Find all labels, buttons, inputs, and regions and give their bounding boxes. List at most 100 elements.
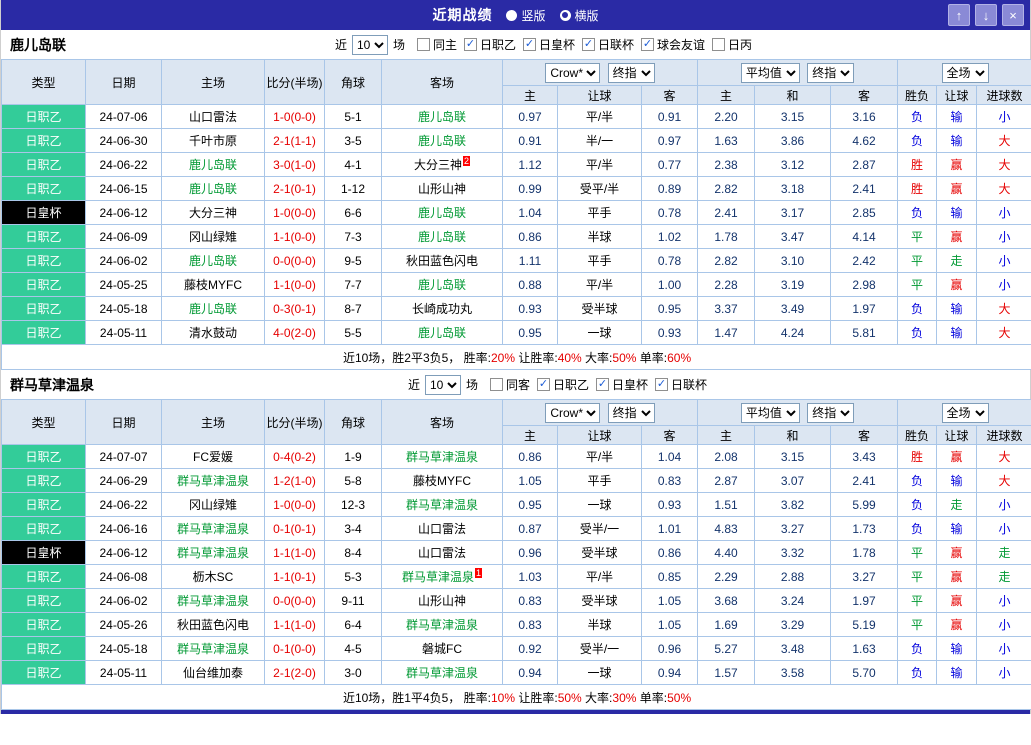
home-team-cell: 群马草津温泉 [161, 516, 265, 541]
recent-results-panel: 近期战绩 竖版 横版 ↑ ↓ × 鹿儿岛联 近 10 场 同主 ✓ 日职乙 ✓ … [0, 0, 1031, 714]
sub-home: 主 [502, 425, 558, 445]
bookmaker-select[interactable]: Crow* [545, 62, 601, 83]
score-cell: 0-0(0-0) [264, 588, 325, 613]
layout-option-vertical[interactable]: 竖版 [506, 7, 546, 24]
filter-checkbox[interactable]: 同客 [489, 376, 530, 393]
league-cell: 日职乙 [1, 128, 86, 153]
goals-result-cell: 小 [976, 224, 1031, 249]
asian-away-odds-cell: 0.77 [640, 152, 699, 177]
score-cell: 1-0(0-0) [264, 200, 325, 225]
avg-away-odds-cell: 2.41 [830, 176, 899, 201]
summary-stat-label: 大率: [581, 350, 613, 365]
average-select[interactable]: 平均值 [740, 62, 800, 83]
scope-select[interactable]: 全场 [941, 402, 989, 423]
checkbox-checked-icon: ✓ [463, 38, 477, 51]
date-cell: 24-06-16 [85, 516, 162, 541]
scope-select[interactable]: 全场 [941, 62, 989, 83]
filter-checkbox[interactable]: 日丙 [712, 36, 752, 53]
filter-checkbox-label: 同主 [432, 38, 457, 52]
team-name: 鹿儿岛联 [188, 302, 237, 316]
corner-cell: 4-1 [324, 152, 382, 177]
filter-checkbox[interactable]: ✓ 日联杯 [655, 376, 707, 393]
score-cell: 1-0(0-0) [264, 104, 325, 129]
avg-draw-odds-cell: 3.15 [754, 104, 832, 129]
filter-checkbox[interactable]: ✓ 日联杯 [582, 36, 634, 53]
avg-draw-odds-cell: 3.12 [754, 152, 832, 177]
sub-let: 让球 [936, 85, 978, 105]
asian-home-odds-cell: 0.83 [502, 612, 558, 637]
away-team-cell: 山形山神 [381, 588, 503, 613]
score-cell: 0-4(0-2) [264, 444, 325, 469]
scroll-up-icon[interactable]: ↑ [948, 4, 970, 26]
filter-checkbox[interactable]: ✓ 日皇杯 [596, 376, 648, 393]
europe-odds-controls: 平均值 终指 [697, 399, 899, 426]
league-cell: 日皇杯 [1, 200, 86, 225]
team-name: 长崎成功丸 [411, 302, 472, 316]
bookmaker-select[interactable]: Crow* [545, 402, 601, 423]
league-cell: 日职乙 [1, 660, 86, 685]
team-name: 群马草津温泉 [405, 666, 478, 680]
handicap-result-cell: 输 [936, 516, 978, 541]
handicap-cell: 受半球 [557, 540, 642, 565]
filter-checkbox[interactable]: ✓ 日皇杯 [523, 36, 575, 53]
avg-away-odds-cell: 3.43 [830, 444, 899, 469]
away-team-cell: 大分三神 2 [381, 152, 503, 177]
europe-stage-select[interactable]: 终指 [807, 402, 855, 423]
handicap-cell: 平手 [557, 200, 642, 225]
sub-let: 让球 [936, 425, 978, 445]
scroll-down-icon[interactable]: ↓ [975, 4, 997, 26]
avg-home-odds-cell: 3.68 [697, 588, 756, 613]
date-cell: 24-07-06 [85, 104, 162, 129]
avg-away-odds-cell: 2.85 [830, 200, 899, 225]
filter-checkbox[interactable]: ✓ 日职乙 [463, 36, 516, 53]
avg-away-odds-cell: 5.81 [830, 320, 899, 345]
asian-away-odds-cell: 0.94 [640, 660, 699, 685]
handicap-cell: 平/半 [557, 444, 642, 469]
date-cell: 24-05-18 [85, 636, 162, 661]
filter-checkbox[interactable]: ✓ 日职乙 [537, 376, 589, 393]
score-cell: 1-1(1-0) [264, 612, 325, 637]
filter-checkbox[interactable]: ✓ 球会友谊 [641, 36, 705, 53]
handicap-cell: 受半球 [557, 588, 642, 613]
handicap-result-cell: 赢 [936, 540, 978, 565]
date-cell: 24-07-07 [85, 444, 162, 469]
match-count-select[interactable]: 10 [351, 34, 388, 55]
result-cell: 胜 [897, 444, 938, 469]
avg-home-odds-cell: 2.28 [697, 272, 756, 297]
col-type: 类型 [1, 399, 86, 445]
team-name: 大分三神 [188, 206, 237, 220]
close-icon[interactable]: × [1002, 4, 1024, 26]
filter-checkbox[interactable]: 同主 [416, 36, 457, 53]
layout-option-horizontal[interactable]: 横版 [559, 7, 599, 24]
home-team-cell: 群马草津温泉 [161, 540, 265, 565]
asian-away-odds-cell: 1.05 [640, 588, 699, 613]
away-team-cell: 长崎成功丸 [381, 296, 503, 321]
filter-checkbox-label: 日丙 [728, 38, 753, 52]
filter-checkbox-label: 日皇杯 [539, 38, 576, 52]
avg-away-odds-cell: 2.87 [830, 152, 899, 177]
team-name: 清水鼓动 [188, 326, 237, 340]
league-cell: 日职乙 [1, 516, 86, 541]
result-cell: 平 [897, 588, 938, 613]
handicap-cell: 平/半 [557, 272, 642, 297]
handicap-cell: 半/一 [557, 128, 642, 153]
col-date: 日期 [85, 399, 162, 445]
result-cell: 平 [897, 540, 938, 565]
team-name: 群马草津温泉 [405, 618, 478, 632]
asian-home-odds-cell: 0.95 [502, 492, 558, 517]
league-cell: 日职乙 [1, 636, 86, 661]
handicap-cell: 平/半 [557, 152, 642, 177]
corner-cell: 9-5 [324, 248, 382, 273]
avg-draw-odds-cell: 3.49 [754, 296, 832, 321]
rank-badge: 1 [475, 568, 483, 578]
goals-result-cell: 小 [976, 200, 1031, 225]
goals-result-cell: 小 [976, 588, 1031, 613]
europe-stage-select[interactable]: 终指 [807, 62, 855, 83]
handicap-cell: 平手 [557, 248, 642, 273]
match-count-select[interactable]: 10 [424, 374, 461, 395]
average-select[interactable]: 平均值 [740, 402, 800, 423]
league-cell: 日职乙 [1, 612, 86, 637]
asian-stage-select[interactable]: 终指 [607, 402, 655, 423]
asian-stage-select[interactable]: 终指 [607, 62, 655, 83]
home-team-cell: 枥木SC [161, 564, 265, 589]
